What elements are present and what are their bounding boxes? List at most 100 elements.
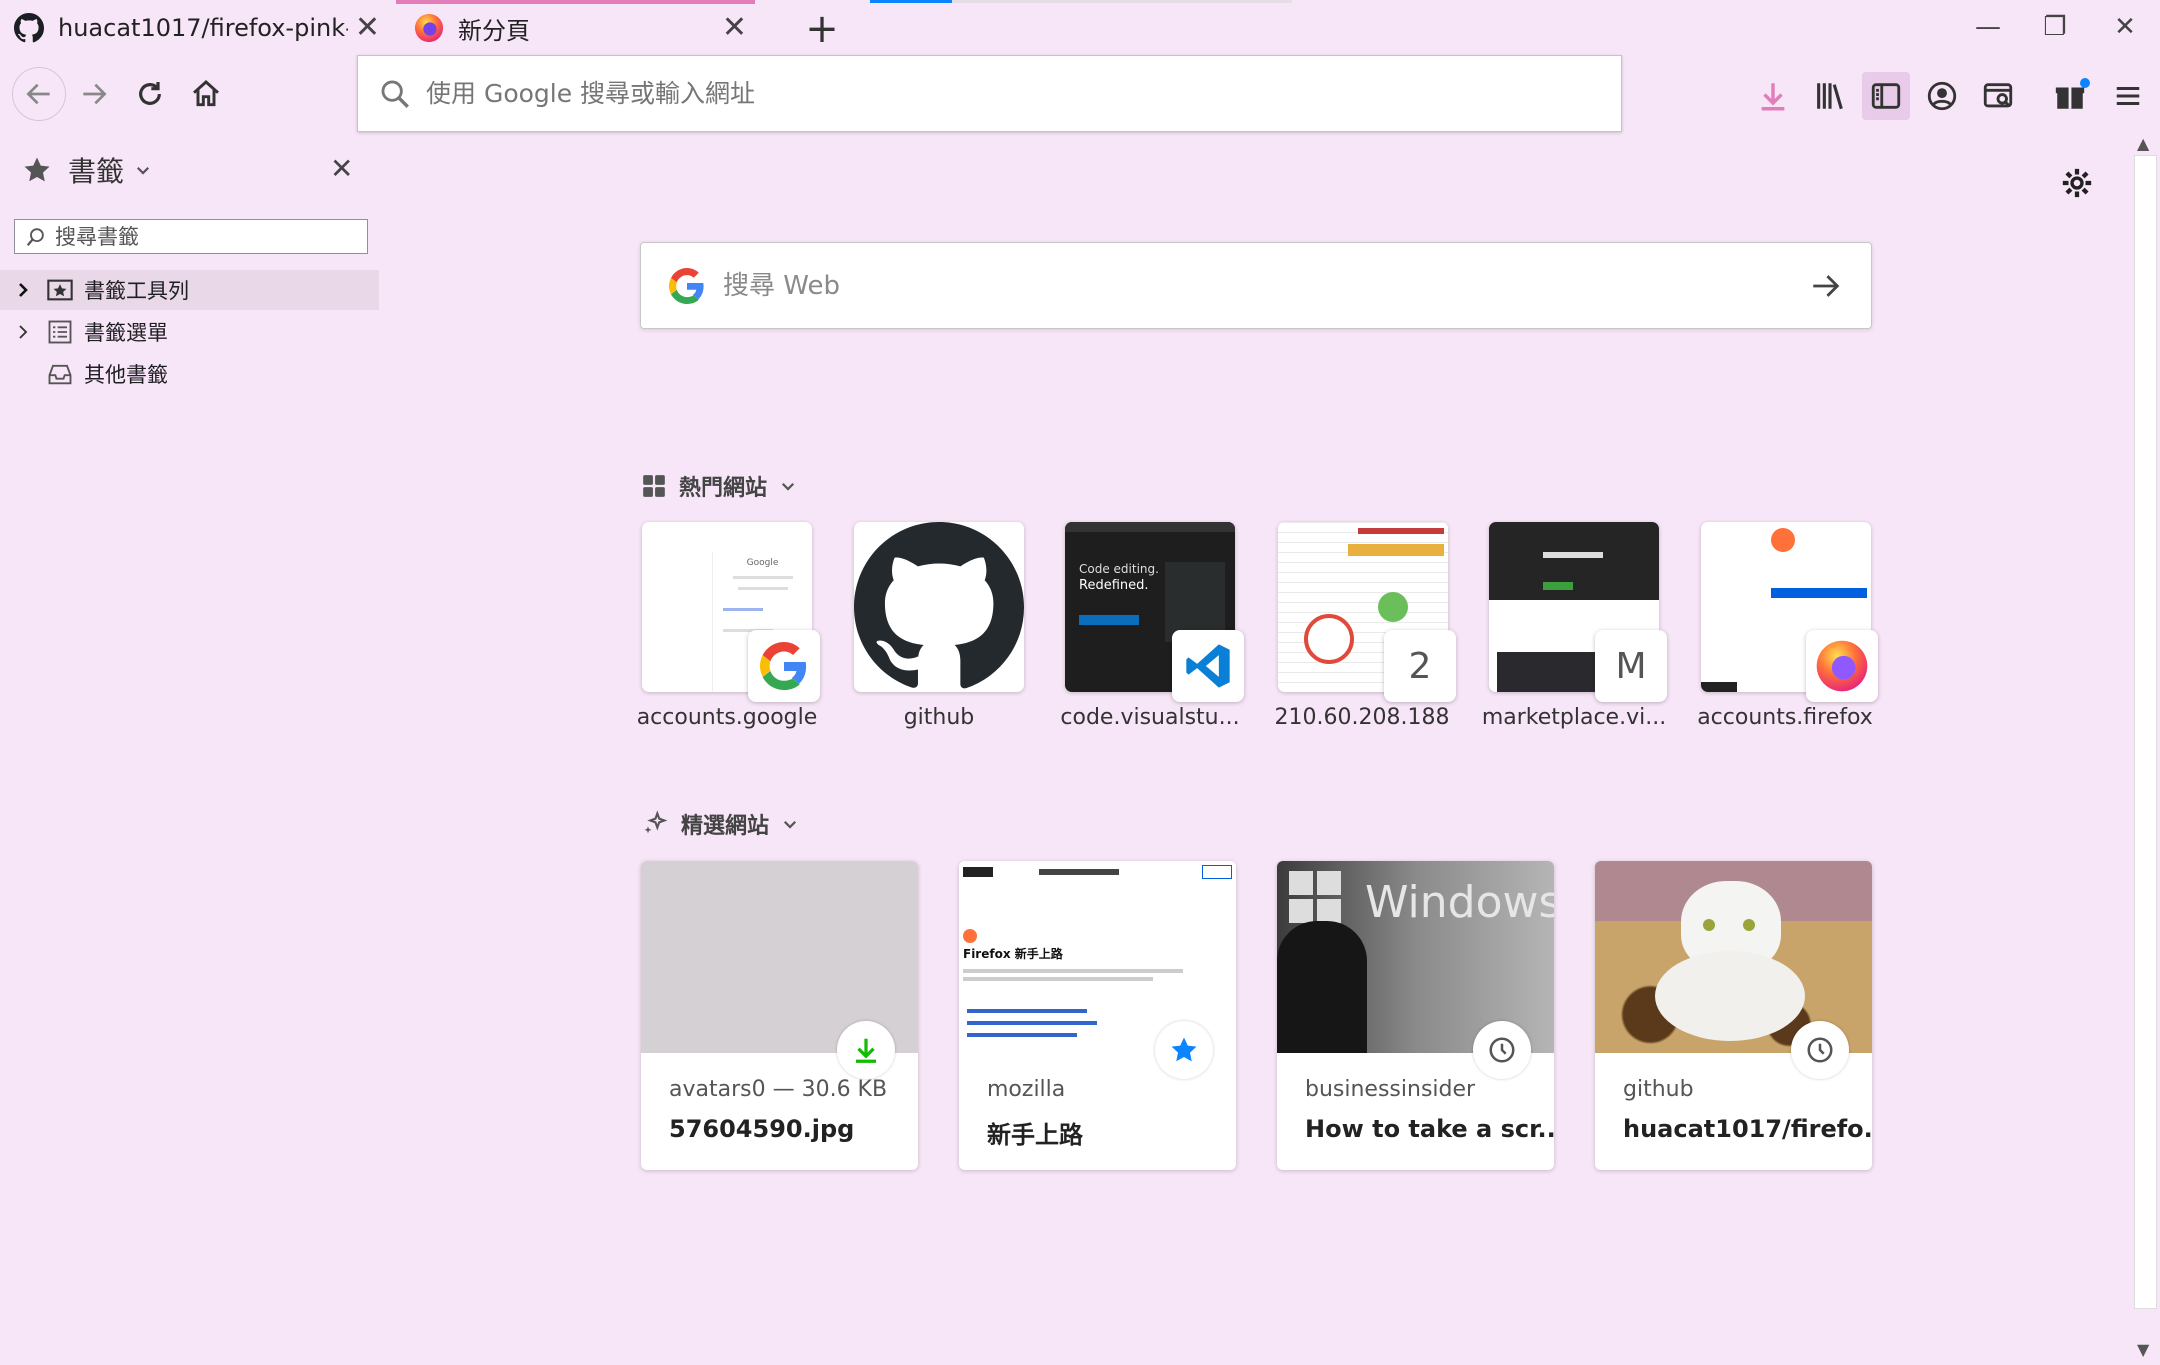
bookmarks-toolbar-icon — [47, 279, 73, 301]
download-icon — [1761, 83, 1785, 111]
arrow-left-icon — [26, 83, 50, 105]
bookmark-badge — [1155, 1021, 1213, 1079]
arrow-right-icon[interactable] — [1809, 269, 1843, 303]
history-badge — [1473, 1021, 1531, 1079]
sidebar-icon — [1871, 83, 1901, 109]
google-icon — [760, 642, 807, 690]
tile-letter: 2 — [1408, 645, 1432, 687]
sidebar-item-bookmarks-toolbar[interactable]: 書籤工具列 — [0, 270, 379, 310]
home-button[interactable] — [184, 72, 228, 116]
chevron-right-icon — [19, 325, 28, 339]
tile-favicon — [748, 630, 820, 702]
web-search-input[interactable] — [723, 270, 1773, 301]
star-icon — [1171, 1037, 1197, 1062]
url-input[interactable] — [426, 79, 1526, 108]
bookmark-search[interactable] — [14, 219, 368, 254]
chevron-down-icon — [783, 820, 797, 829]
google-icon — [669, 267, 704, 304]
close-tab-icon[interactable]: ✕ — [722, 10, 747, 45]
new-tab-button[interactable]: + — [802, 6, 842, 52]
thumbnail-text: Google — [746, 558, 779, 568]
tile-letter: M — [1615, 645, 1647, 687]
customize-button[interactable] — [2060, 166, 2094, 204]
tab-github[interactable]: huacat1017/firefox-pink-theme ✕ — [0, 0, 392, 56]
tab-title: 新分頁 — [458, 16, 530, 45]
sidebar-header[interactable]: 書籤 — [22, 150, 152, 190]
screenshot-button[interactable] — [1974, 72, 2022, 120]
menu-button[interactable] — [2104, 72, 2152, 120]
chevron-down-icon — [136, 166, 150, 175]
chevron-down-icon — [781, 482, 795, 491]
sidebar-item-other-bookmarks[interactable]: 其他書籤 — [0, 354, 379, 394]
home-icon — [193, 80, 219, 107]
clock-icon — [1489, 1037, 1515, 1063]
github-icon — [14, 13, 44, 43]
tile-label[interactable]: code.visualstu... — [1055, 705, 1245, 730]
library-icon — [1817, 83, 1843, 110]
extensions-button[interactable] — [2046, 72, 2094, 120]
scrollbar-thumb[interactable] — [2134, 155, 2157, 1309]
card-title: 新手上路 — [987, 1121, 1083, 1149]
sidebar-item-label: 書籤工具列 — [84, 279, 189, 303]
close-window-button[interactable]: ✕ — [2095, 12, 2155, 42]
highlight-card[interactable]: Firefox 新手上路 mozilla 新手上路 — [959, 861, 1236, 1170]
top-sites-header[interactable]: 熱門網站 — [641, 470, 797, 502]
section-title: 精選網站 — [681, 814, 770, 839]
thumbnail-text: Windows — [1365, 877, 1554, 928]
reload-button[interactable] — [128, 72, 172, 116]
thumbnail-text: Firefox 新手上路 — [963, 947, 1063, 961]
chevron-right-icon — [19, 283, 28, 297]
minimize-button[interactable]: — — [1958, 12, 2018, 42]
tab-title: huacat1017/firefox-pink-theme — [58, 14, 348, 42]
tile-label[interactable]: marketplace.vi... — [1479, 705, 1669, 730]
back-button[interactable] — [12, 67, 66, 121]
tab-new-tab[interactable]: 新分頁 ✕ — [396, 0, 781, 56]
tile-favicon: M — [1595, 630, 1667, 702]
scroll-up-arrow[interactable]: ▲ — [2137, 134, 2149, 153]
restore-button[interactable]: ❐ — [2025, 12, 2085, 42]
forward-button[interactable] — [72, 72, 116, 116]
account-button[interactable] — [1918, 72, 1966, 120]
sidebar-toggle-button[interactable] — [1862, 72, 1910, 120]
screenshot-icon — [1983, 83, 2013, 108]
search-icon — [26, 227, 44, 246]
tile-label[interactable]: accounts.firefox — [1690, 705, 1880, 730]
scroll-down-arrow[interactable]: ▼ — [2137, 1340, 2149, 1359]
sidebar-item-label: 書籤選單 — [84, 321, 168, 345]
gear-icon — [2062, 168, 2092, 198]
sidebar-item-label: 其他書籤 — [84, 363, 168, 387]
sidebar-title: 書籤 — [68, 155, 125, 188]
card-source: avatars0 — 30.6 KB — [669, 1077, 888, 1102]
url-bar[interactable] — [357, 55, 1622, 132]
firefox-icon — [1816, 640, 1868, 692]
library-button[interactable] — [1806, 72, 1854, 120]
search-icon — [381, 80, 409, 108]
history-badge — [1791, 1021, 1849, 1079]
tile-label[interactable]: 210.60.208.188 — [1267, 705, 1457, 730]
tile-label[interactable]: github — [844, 705, 1034, 730]
tile-favicon — [1806, 630, 1878, 702]
bookmark-search-input[interactable] — [55, 224, 355, 249]
notification-dot — [2080, 78, 2090, 88]
card-title: 57604590.jpg — [669, 1115, 855, 1143]
inbox-icon — [48, 364, 72, 385]
highlight-card[interactable]: github huacat1017/firefo... — [1595, 861, 1872, 1170]
top-site-tile[interactable] — [854, 522, 1024, 692]
tile-favicon: 2 — [1384, 630, 1456, 702]
card-source: github — [1623, 1077, 1694, 1102]
highlights-header[interactable]: 精選網站 — [641, 808, 799, 840]
card-title: huacat1017/firefo... — [1623, 1115, 1872, 1143]
highlight-card[interactable]: Windows businessinsider How to take a sc… — [1277, 861, 1554, 1170]
downloads-button[interactable] — [1749, 72, 1797, 120]
tile-favicon — [1172, 630, 1244, 702]
tile-label[interactable]: accounts.google — [632, 705, 822, 730]
hamburger-icon — [2116, 87, 2140, 105]
close-tab-icon[interactable]: ✕ — [355, 10, 380, 45]
arrow-right-icon — [83, 83, 107, 105]
download-badge — [837, 1021, 895, 1079]
sidebar-item-bookmarks-menu[interactable]: 書籤選單 — [0, 312, 379, 352]
close-sidebar-button[interactable]: ✕ — [330, 152, 353, 185]
card-title: How to take a scr... — [1305, 1115, 1554, 1143]
highlight-card[interactable]: avatars0 — 30.6 KB 57604590.jpg — [641, 861, 918, 1170]
web-search-box[interactable] — [640, 242, 1872, 329]
